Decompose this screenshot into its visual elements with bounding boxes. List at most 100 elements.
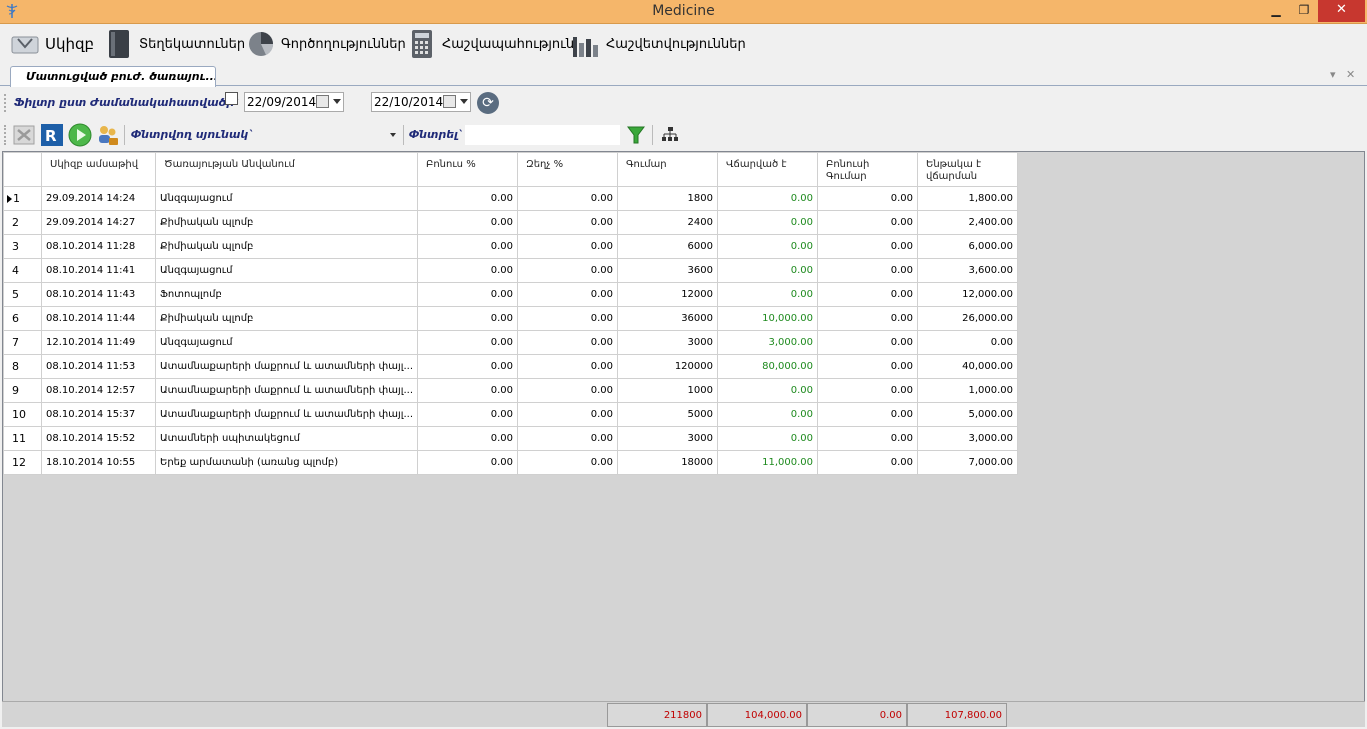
- amount-cell[interactable]: 3000: [617, 330, 718, 355]
- bonus-amount-header[interactable]: Բոնուսի Գումար: [817, 152, 918, 187]
- amount-cell[interactable]: 1800: [617, 186, 718, 211]
- due-cell[interactable]: 0.00: [917, 330, 1018, 355]
- chevron-down-icon[interactable]: [333, 99, 341, 104]
- service-name-cell[interactable]: Ատամնաքարերի մաքրում և ատամների փայլ...: [155, 402, 418, 427]
- bonus-percent-cell[interactable]: 0.00: [417, 450, 518, 475]
- paid-header[interactable]: Վճարված է: [717, 152, 818, 187]
- row-number[interactable]: 10: [3, 402, 42, 427]
- service-name-cell[interactable]: Քիմիական պլոմբ: [155, 306, 418, 331]
- due-cell[interactable]: 5,000.00: [917, 402, 1018, 427]
- report-icon[interactable]: R: [40, 123, 64, 147]
- chevron-down-icon[interactable]: [460, 99, 468, 104]
- filter-icon[interactable]: [624, 123, 648, 147]
- amount-cell[interactable]: 3600: [617, 258, 718, 283]
- table-row[interactable]: 7 12.10.2014 11:49 Անզգայացում 0.00 0.00 3000…: [3, 330, 1018, 355]
- row-number[interactable]: 4: [3, 258, 42, 283]
- table-row[interactable]: 9 08.10.2014 12:57 Ատամնաքարերի մաքրում և …: [3, 378, 1018, 403]
- menu-item-accounting[interactable]: Հաշվապահություն: [407, 28, 574, 60]
- row-number[interactable]: 2: [3, 210, 42, 235]
- bonus-amount-cell[interactable]: 0.00: [817, 234, 918, 259]
- delete-icon[interactable]: [12, 123, 36, 147]
- paid-cell[interactable]: 0.00: [717, 234, 818, 259]
- row-number[interactable]: 1: [3, 186, 42, 211]
- service-name-cell[interactable]: Անզգայացում: [155, 186, 418, 211]
- start-date-cell[interactable]: 08.10.2014 15:37: [41, 402, 156, 427]
- service-name-cell[interactable]: Ատամների սպիտակեցում: [155, 426, 418, 451]
- bonus-percent-cell[interactable]: 0.00: [417, 306, 518, 331]
- bonus-percent-cell[interactable]: 0.00: [417, 186, 518, 211]
- paid-cell[interactable]: 3,000.00: [717, 330, 818, 355]
- discount-percent-cell[interactable]: 0.00: [517, 402, 618, 427]
- tab-close-icon[interactable]: ✕: [1346, 68, 1355, 81]
- start-date-cell[interactable]: 29.09.2014 14:24: [41, 186, 156, 211]
- bonus-percent-cell[interactable]: 0.00: [417, 258, 518, 283]
- play-icon[interactable]: [68, 123, 92, 147]
- table-row[interactable]: 12 18.10.2014 10:55 Երեք արմատանի (առանց պ…: [3, 450, 1018, 475]
- start-date-cell[interactable]: 18.10.2014 10:55: [41, 450, 156, 475]
- bonus-percent-cell[interactable]: 0.00: [417, 426, 518, 451]
- start-date-cell[interactable]: 08.10.2014 15:52: [41, 426, 156, 451]
- toolbar-grip[interactable]: [4, 125, 8, 145]
- amount-cell[interactable]: 6000: [617, 234, 718, 259]
- table-row[interactable]: 3 08.10.2014 11:28 Քիմիական պլոմբ 0.00 0.00 6…: [3, 234, 1018, 259]
- table-row[interactable]: 11 08.10.2014 15:52 Ատամների սպիտակեցում 0.…: [3, 426, 1018, 451]
- service-name-cell[interactable]: Քիմիական պլոմբ: [155, 234, 418, 259]
- row-number[interactable]: 8: [3, 354, 42, 379]
- paid-cell[interactable]: 0.00: [717, 402, 818, 427]
- service-name-header[interactable]: Ծառայության Անվանում: [155, 152, 418, 187]
- due-cell[interactable]: 1,000.00: [917, 378, 1018, 403]
- discount-percent-cell[interactable]: 0.00: [517, 210, 618, 235]
- discount-percent-cell[interactable]: 0.00: [517, 186, 618, 211]
- bonus-amount-cell[interactable]: 0.00: [817, 306, 918, 331]
- menu-item-reports[interactable]: Հաշվետվություններ: [571, 28, 746, 60]
- due-cell[interactable]: 7,000.00: [917, 450, 1018, 475]
- amount-cell[interactable]: 120000: [617, 354, 718, 379]
- start-date-cell[interactable]: 08.10.2014 11:44: [41, 306, 156, 331]
- amount-cell[interactable]: 5000: [617, 402, 718, 427]
- start-date-cell[interactable]: 08.10.2014 12:57: [41, 378, 156, 403]
- bonus-percent-cell[interactable]: 0.00: [417, 210, 518, 235]
- tab-list-icon[interactable]: ▾: [1330, 68, 1336, 81]
- row-number[interactable]: 11: [3, 426, 42, 451]
- service-name-cell[interactable]: Երեք արմատանի (առանց պլոմբ): [155, 450, 418, 475]
- due-cell[interactable]: 3,000.00: [917, 426, 1018, 451]
- start-date-cell[interactable]: 08.10.2014 11:41: [41, 258, 156, 283]
- table-row[interactable]: 5 08.10.2014 11:43 Ֆոտոպլոմբ 0.00 0.00 12000 0…: [3, 282, 1018, 307]
- bonus-amount-cell[interactable]: 0.00: [817, 330, 918, 355]
- calendar-icon[interactable]: [443, 95, 456, 108]
- table-row[interactable]: 6 08.10.2014 11:44 Քիմիական պլոմբ 0.00 0.00 3…: [3, 306, 1018, 331]
- start-date-cell[interactable]: 08.10.2014 11:53: [41, 354, 156, 379]
- amount-header[interactable]: Գումար: [617, 152, 718, 187]
- paid-cell[interactable]: 80,000.00: [717, 354, 818, 379]
- bonus-amount-cell[interactable]: 0.00: [817, 282, 918, 307]
- start-date-cell[interactable]: 08.10.2014 11:43: [41, 282, 156, 307]
- bonus-amount-cell[interactable]: 0.00: [817, 426, 918, 451]
- bonus-percent-cell[interactable]: 0.00: [417, 282, 518, 307]
- row-number[interactable]: 9: [3, 378, 42, 403]
- bonus-percent-cell[interactable]: 0.00: [417, 330, 518, 355]
- paid-cell[interactable]: 0.00: [717, 426, 818, 451]
- discount-percent-cell[interactable]: 0.00: [517, 426, 618, 451]
- discount-percent-cell[interactable]: 0.00: [517, 282, 618, 307]
- paid-cell[interactable]: 11,000.00: [717, 450, 818, 475]
- paid-cell[interactable]: 10,000.00: [717, 306, 818, 331]
- bonus-amount-cell[interactable]: 0.00: [817, 378, 918, 403]
- amount-cell[interactable]: 3000: [617, 426, 718, 451]
- row-number[interactable]: 7: [3, 330, 42, 355]
- bonus-amount-cell[interactable]: 0.00: [817, 450, 918, 475]
- services-grid[interactable]: Սկիզբ ամսաթիվ Ծառայության Անվանում Բոնուս …: [2, 151, 1365, 727]
- bonus-amount-cell[interactable]: 0.00: [817, 258, 918, 283]
- table-row[interactable]: 8 08.10.2014 11:53 Ատամնաքարերի մաքրում և …: [3, 354, 1018, 379]
- service-name-cell[interactable]: Անզգայացում: [155, 258, 418, 283]
- bonus-amount-cell[interactable]: 0.00: [817, 210, 918, 235]
- row-number-header[interactable]: [3, 152, 42, 187]
- row-number[interactable]: 3: [3, 234, 42, 259]
- discount-percent-cell[interactable]: 0.00: [517, 306, 618, 331]
- row-number[interactable]: 5: [3, 282, 42, 307]
- refresh-icon[interactable]: ⟳: [477, 92, 499, 114]
- amount-cell[interactable]: 18000: [617, 450, 718, 475]
- bonus-percent-cell[interactable]: 0.00: [417, 378, 518, 403]
- users-lock-icon[interactable]: [96, 123, 120, 147]
- due-cell[interactable]: 40,000.00: [917, 354, 1018, 379]
- paid-cell[interactable]: 0.00: [717, 378, 818, 403]
